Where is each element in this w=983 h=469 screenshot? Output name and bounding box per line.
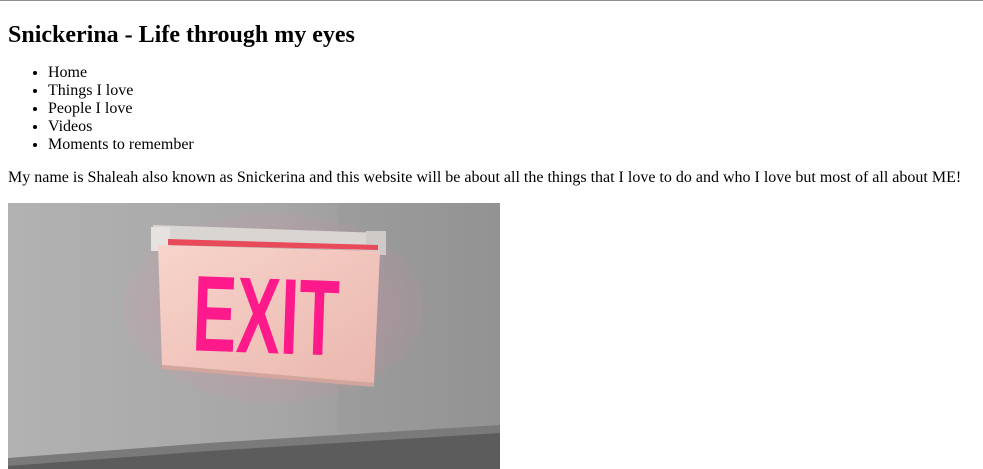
nav-item-videos[interactable]: Videos bbox=[48, 118, 975, 136]
exit-sign-photo: EXIT bbox=[8, 203, 500, 469]
nav-item-people-i-love[interactable]: People I love bbox=[48, 100, 975, 118]
nav-item-moments-to-remember[interactable]: Moments to remember bbox=[48, 136, 975, 154]
nav-item-things-i-love[interactable]: Things I love bbox=[48, 82, 975, 100]
nav-item-home[interactable]: Home bbox=[48, 64, 975, 82]
nav-list: Home Things I love People I love Videos … bbox=[8, 64, 975, 154]
sign-exit-text: EXIT bbox=[191, 252, 341, 378]
intro-paragraph: My name is Shaleah also known as Snicker… bbox=[8, 169, 962, 186]
page-title: Snickerina - Life through my eyes bbox=[8, 22, 355, 48]
page-content: Snickerina - Life through my eyes Home T… bbox=[8, 1, 975, 469]
